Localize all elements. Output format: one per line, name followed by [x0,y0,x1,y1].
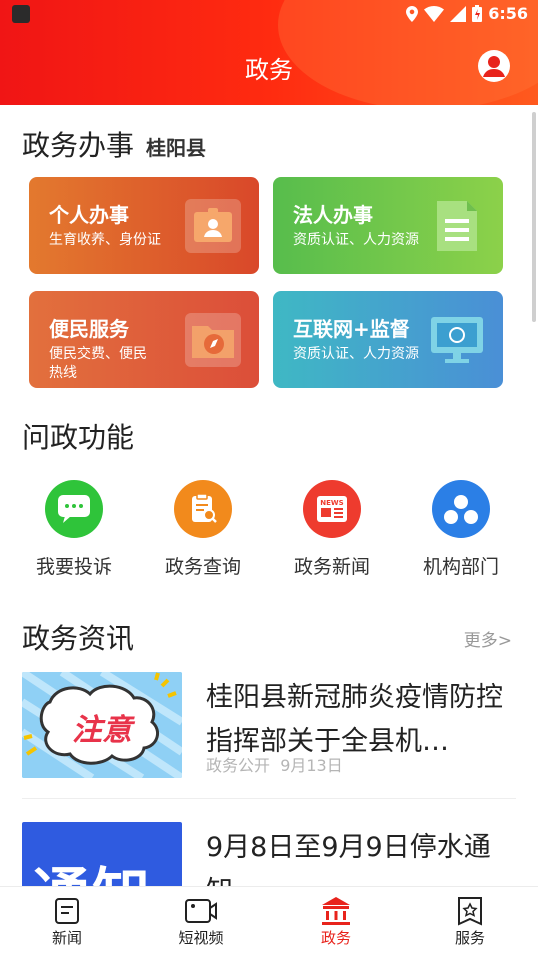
news-title: 9月8日至9月9日停水通知 [206,832,491,886]
nav-label: 服务 [454,929,485,947]
section-title-inquiry-functions: 问政功能 [22,421,135,454]
search-document-icon [174,480,232,538]
news-category: 政务公开 [206,756,271,775]
chat-icon [45,480,103,538]
document-icon [429,199,485,253]
news-meta: 政务公开 9月13日 [206,752,343,776]
function-label: 政务查询 [164,556,241,578]
card-subtitle: 生育收养、身份证 [49,232,161,248]
thumbnail-caption: 通知 [32,848,152,886]
thumbnail-caption: 注意 [72,713,132,748]
news-thumbnail: 注意 [22,672,182,778]
page-title: 政务 [245,56,293,84]
nav-label: 政务 [320,929,351,947]
news-icon: NEWS [303,480,361,538]
news-tab-icon [22,895,112,927]
card-subtitle: 资质认证、人力资源 [293,232,419,248]
svg-text:NEWS: NEWS [320,499,343,507]
function-affairs-query[interactable]: 政务查询 [143,480,263,579]
nav-label: 新闻 [51,929,82,947]
card-convenience-services[interactable]: 便民服务 便民交费、便民热线 [29,291,259,388]
monitor-icon [429,313,485,367]
government-building-icon [291,895,381,927]
function-affairs-news[interactable]: NEWS 政务新闻 [272,480,392,579]
news-title: 桂阳县新冠肺炎疫情防控指挥部关于全县机… [206,682,503,757]
news-list-item[interactable]: 通知 9月8日至9月9日停水通知 [22,822,518,886]
nav-tab-government[interactable]: 政务 [291,895,381,948]
signal-icon [450,5,467,22]
card-title: 法人办事 [293,203,373,227]
nav-tab-services[interactable]: 服务 [425,895,515,948]
news-list-item[interactable]: 注意 桂阳县新冠肺炎疫情防控指挥部关于全县机… 政务公开 9月13日 [22,672,518,782]
nav-label: 短视频 [178,929,224,947]
card-title: 互联网+监督 [293,317,410,341]
function-label: 政务新闻 [293,556,370,578]
status-bar: 6:56 [0,0,538,28]
function-label: 我要投诉 [35,556,112,578]
nav-tab-short-video[interactable]: 短视频 [156,895,246,948]
organization-icon [432,480,490,538]
news-thumbnail: 通知 [22,822,182,886]
function-label: 机构部门 [422,556,499,578]
more-link[interactable]: 更多> [464,626,512,651]
card-internet-supervision[interactable]: 互联网+监督 资质认证、人力资源 [273,291,503,388]
section-title-government-affairs: 政务办事 桂阳县 [22,124,206,164]
user-avatar-button[interactable] [478,50,510,82]
card-subtitle: 资质认证、人力资源 [293,346,419,362]
user-icon [483,56,505,77]
status-icons: 6:56 [406,4,528,23]
county-selector[interactable]: 桂阳县 [146,136,206,160]
header: 6:56 政务 [0,0,538,105]
battery-icon [472,5,483,22]
card-title: 便民服务 [49,317,129,341]
video-icon [156,895,246,927]
card-personal-affairs[interactable]: 个人办事 生育收养、身份证 [29,177,259,274]
notification-icon [12,5,30,23]
nav-tab-news[interactable]: 新闻 [22,895,112,948]
function-departments[interactable]: 机构部门 [401,480,521,579]
bottom-nav: 新闻 短视频 政务 服务 [0,886,538,957]
status-time: 6:56 [488,4,528,23]
card-subtitle: 便民交费、便民热线 [49,346,147,381]
section-title-affairs-news: 政务资讯 [22,622,135,655]
id-card-icon [185,199,241,253]
card-title: 个人办事 [49,203,129,227]
function-complaint[interactable]: 我要投诉 [14,480,134,579]
location-icon [406,5,419,22]
news-date: 9月13日 [280,756,343,775]
divider [22,798,516,799]
card-legal-entity-affairs[interactable]: 法人办事 资质认证、人力资源 [273,177,503,274]
service-star-icon [425,895,515,927]
wifi-icon [424,5,445,22]
compass-folder-icon [185,313,241,367]
scrollbar[interactable] [532,112,536,322]
section-title-text: 政务办事 [22,129,135,162]
